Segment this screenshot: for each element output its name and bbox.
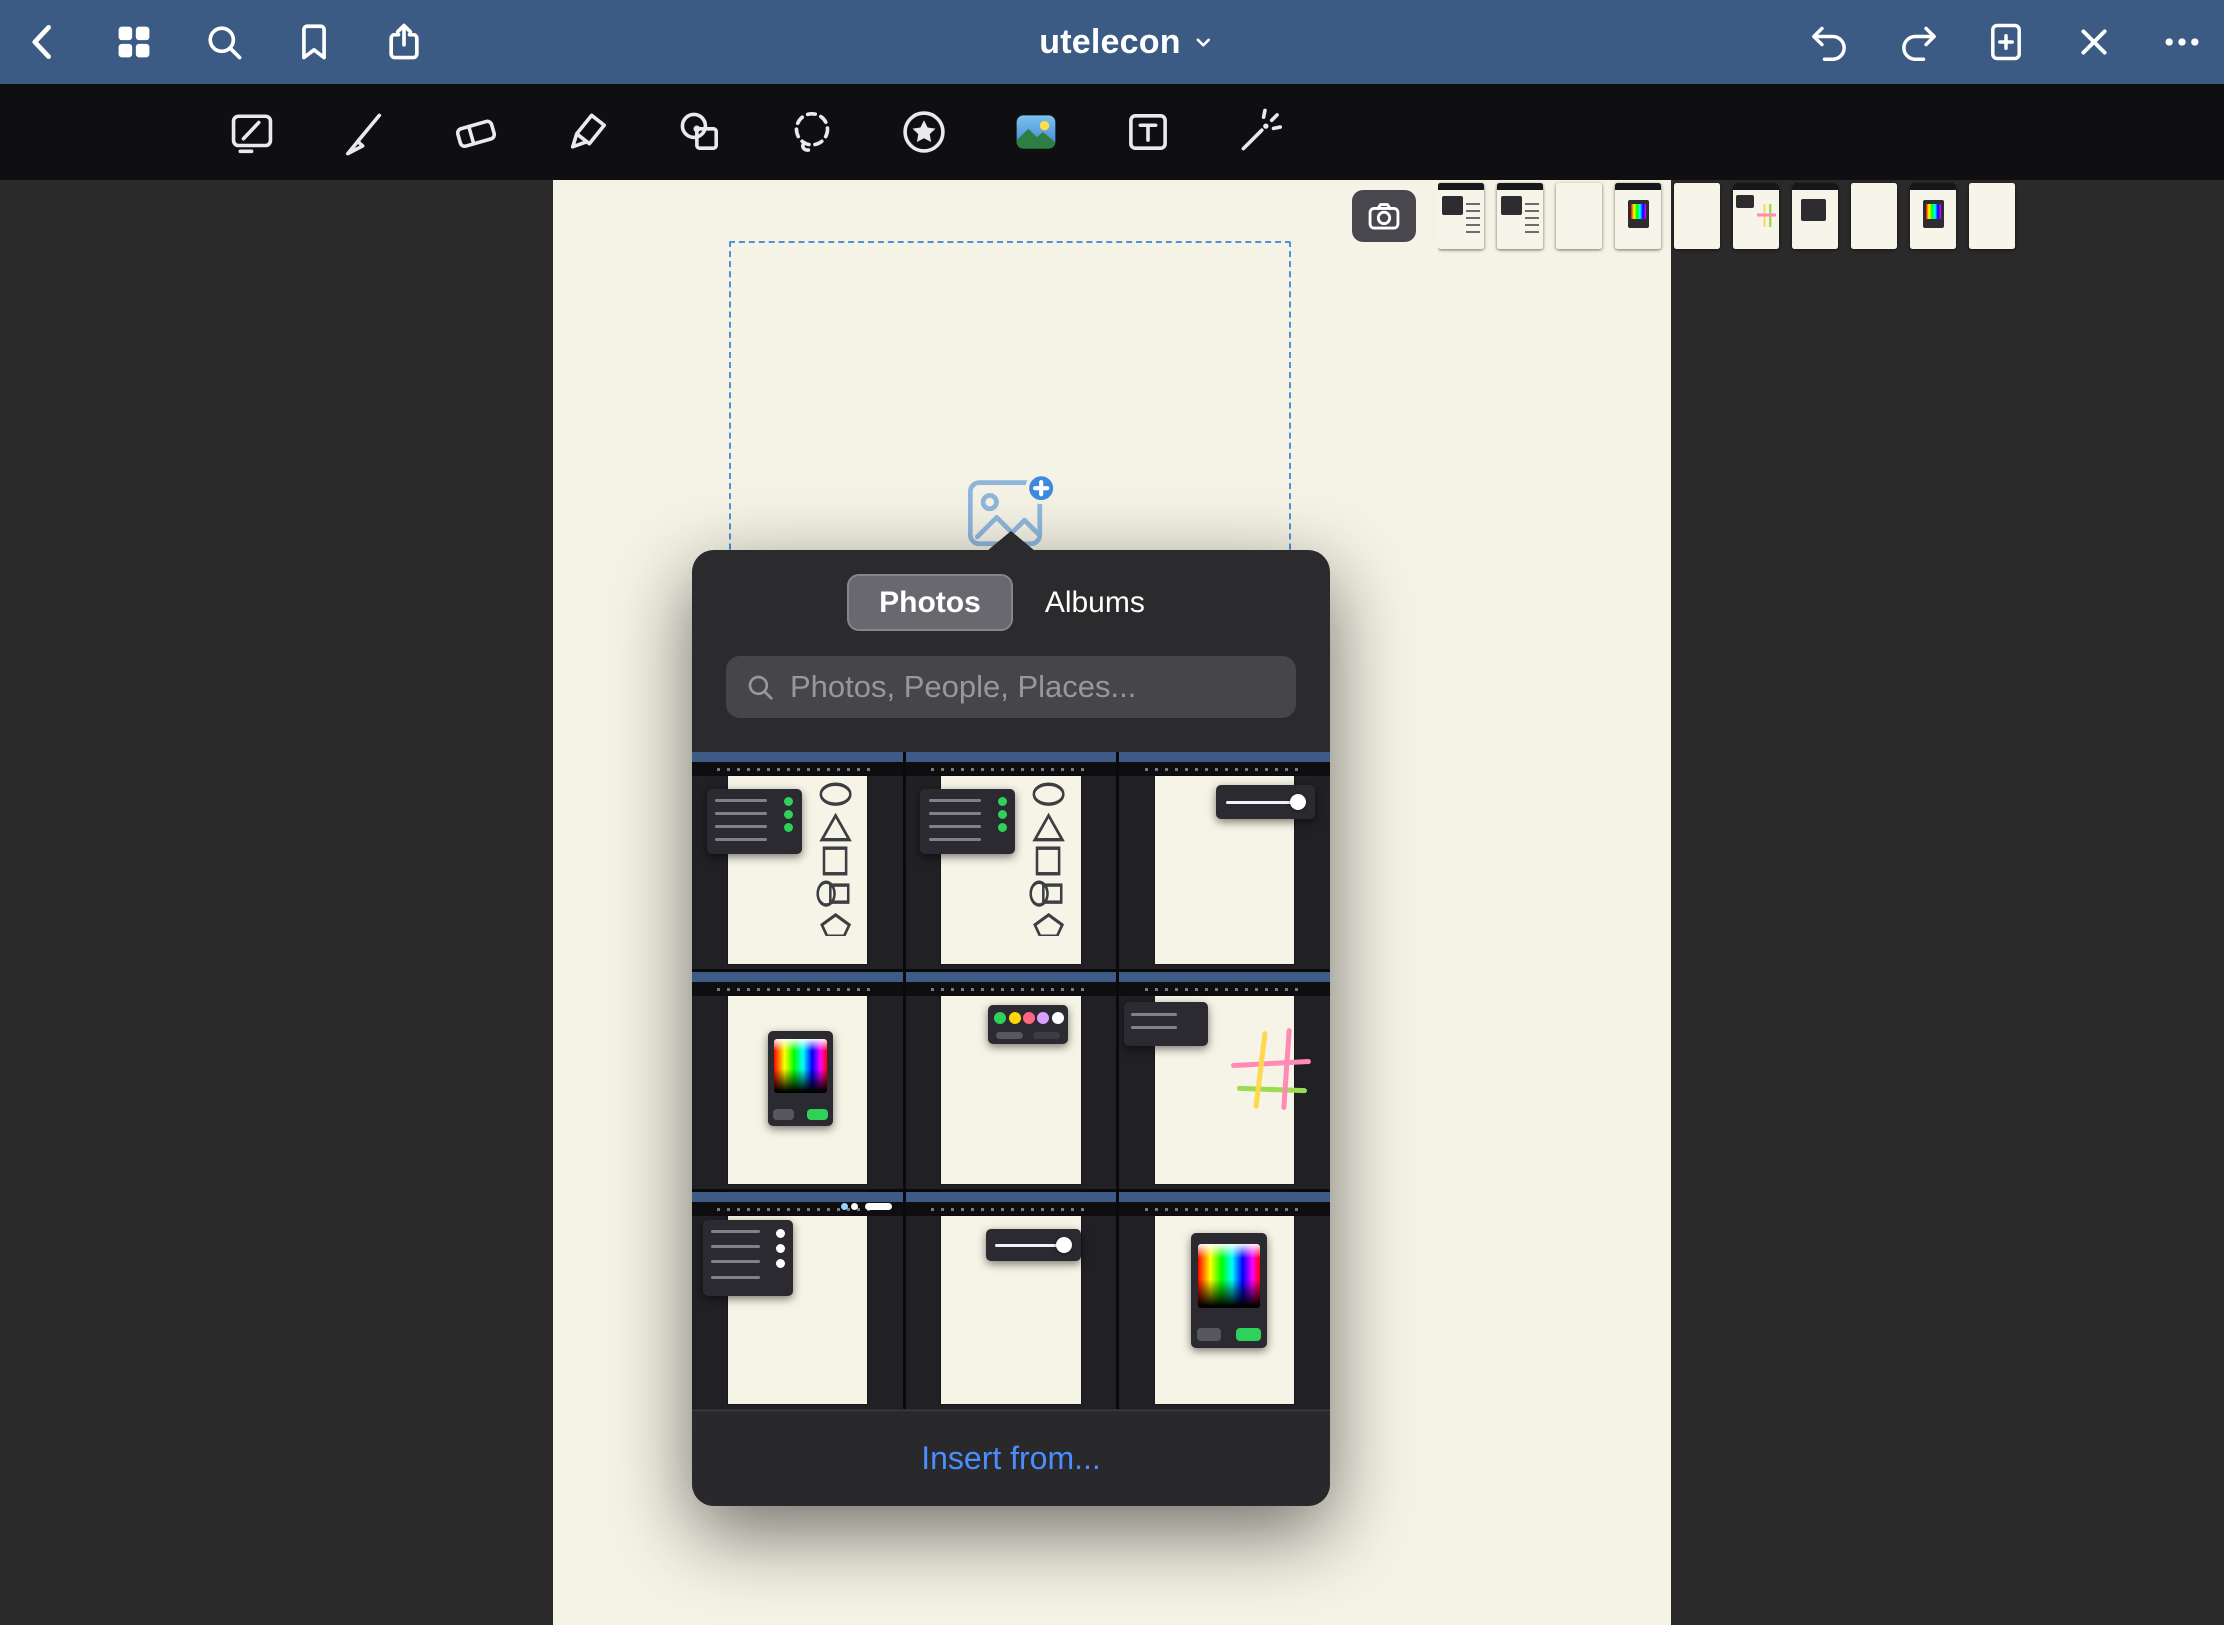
laser-pointer-icon <box>1233 105 1287 159</box>
image-tool-icon <box>1009 105 1063 159</box>
back-button[interactable] <box>18 12 70 72</box>
tab-photos[interactable]: Photos <box>847 574 1013 631</box>
zoom-tool-icon <box>225 105 279 159</box>
chevron-down-icon <box>1191 29 1217 55</box>
highlighter-icon <box>561 105 615 159</box>
photo-grid <box>692 752 1330 1409</box>
search-icon <box>744 671 776 703</box>
tool-eraser[interactable] <box>446 100 506 164</box>
photos-popover: Photos Albums Insert from... <box>692 550 1330 1506</box>
photo-thumbnail[interactable] <box>692 972 903 1189</box>
navbar-left-group <box>18 12 430 72</box>
add-page-icon <box>1984 20 2028 64</box>
close-button[interactable] <box>2068 12 2120 72</box>
photos-search[interactable] <box>726 656 1296 718</box>
photo-thumbnail[interactable] <box>906 752 1117 969</box>
redo-button[interactable] <box>1892 12 1944 72</box>
close-icon <box>2072 20 2116 64</box>
camera-icon <box>1365 197 1403 235</box>
bookmark-icon <box>292 20 336 64</box>
tool-laser-pointer[interactable] <box>1230 100 1290 164</box>
photos-albums-segmented: Photos Albums <box>692 574 1330 631</box>
more-button[interactable] <box>2156 12 2208 72</box>
navbar-right-group <box>1804 12 2208 72</box>
page-thumbnail[interactable] <box>1497 183 1543 249</box>
tool-elements[interactable] <box>894 100 954 164</box>
tool-shapes[interactable] <box>670 100 730 164</box>
tool-text[interactable] <box>1118 100 1178 164</box>
undo-icon <box>1808 20 1852 64</box>
photo-thumbnail[interactable] <box>1119 1192 1330 1409</box>
text-tool-icon <box>1121 105 1175 159</box>
page-thumbnail[interactable] <box>1438 183 1484 249</box>
photo-thumbnail[interactable] <box>692 1192 903 1409</box>
tool-palette <box>222 84 1290 180</box>
photo-thumbnail[interactable] <box>906 972 1117 1189</box>
tool-zoom[interactable] <box>222 100 282 164</box>
tab-albums[interactable]: Albums <box>1015 574 1175 631</box>
search-icon <box>202 20 246 64</box>
grid-icon <box>112 20 156 64</box>
tool-pen[interactable] <box>334 100 394 164</box>
eraser-icon <box>449 105 503 159</box>
photo-thumbnail[interactable] <box>1119 752 1330 969</box>
page-thumbnail[interactable] <box>1910 183 1956 249</box>
toolbar <box>0 84 2224 180</box>
page-thumbnail[interactable] <box>1969 183 2015 249</box>
camera-button[interactable] <box>1352 190 1416 242</box>
chevron-left-icon <box>22 20 66 64</box>
page-thumbnail[interactable] <box>1733 183 1779 249</box>
navbar: utelecon <box>0 0 2224 84</box>
screen: utelecon <box>0 0 2224 1625</box>
search-button[interactable] <box>198 12 250 72</box>
redo-icon <box>1896 20 1940 64</box>
photo-thumbnail[interactable] <box>906 1192 1117 1409</box>
photos-search-input[interactable] <box>790 669 1278 705</box>
page-thumbnail[interactable] <box>1674 183 1720 249</box>
page-thumbnail[interactable] <box>1851 183 1897 249</box>
add-page-button[interactable] <box>1980 12 2032 72</box>
star-sticker-icon <box>897 105 951 159</box>
photo-thumbnail[interactable] <box>692 752 903 969</box>
page-thumbnail[interactable] <box>1556 183 1602 249</box>
undo-button[interactable] <box>1804 12 1856 72</box>
document-title[interactable]: utelecon <box>1039 0 1216 84</box>
shapes-icon <box>673 105 727 159</box>
pen-icon <box>337 105 391 159</box>
pages-overview-button[interactable] <box>108 12 160 72</box>
share-icon <box>382 20 426 64</box>
tool-image[interactable] <box>1006 100 1066 164</box>
page-thumbnails <box>1438 168 2224 264</box>
share-button[interactable] <box>378 12 430 72</box>
insert-from-button[interactable]: Insert from... <box>692 1410 1330 1506</box>
canvas: Photos Albums Insert from... <box>0 180 2224 1625</box>
tool-lasso[interactable] <box>782 100 842 164</box>
ellipsis-icon <box>2160 20 2204 64</box>
page-thumbnail[interactable] <box>1792 183 1838 249</box>
photo-thumbnail[interactable] <box>1119 972 1330 1189</box>
bookmark-button[interactable] <box>288 12 340 72</box>
document-title-text: utelecon <box>1039 23 1180 62</box>
lasso-icon <box>785 105 839 159</box>
tool-highlighter[interactable] <box>558 100 618 164</box>
page-thumbnail[interactable] <box>1615 183 1661 249</box>
